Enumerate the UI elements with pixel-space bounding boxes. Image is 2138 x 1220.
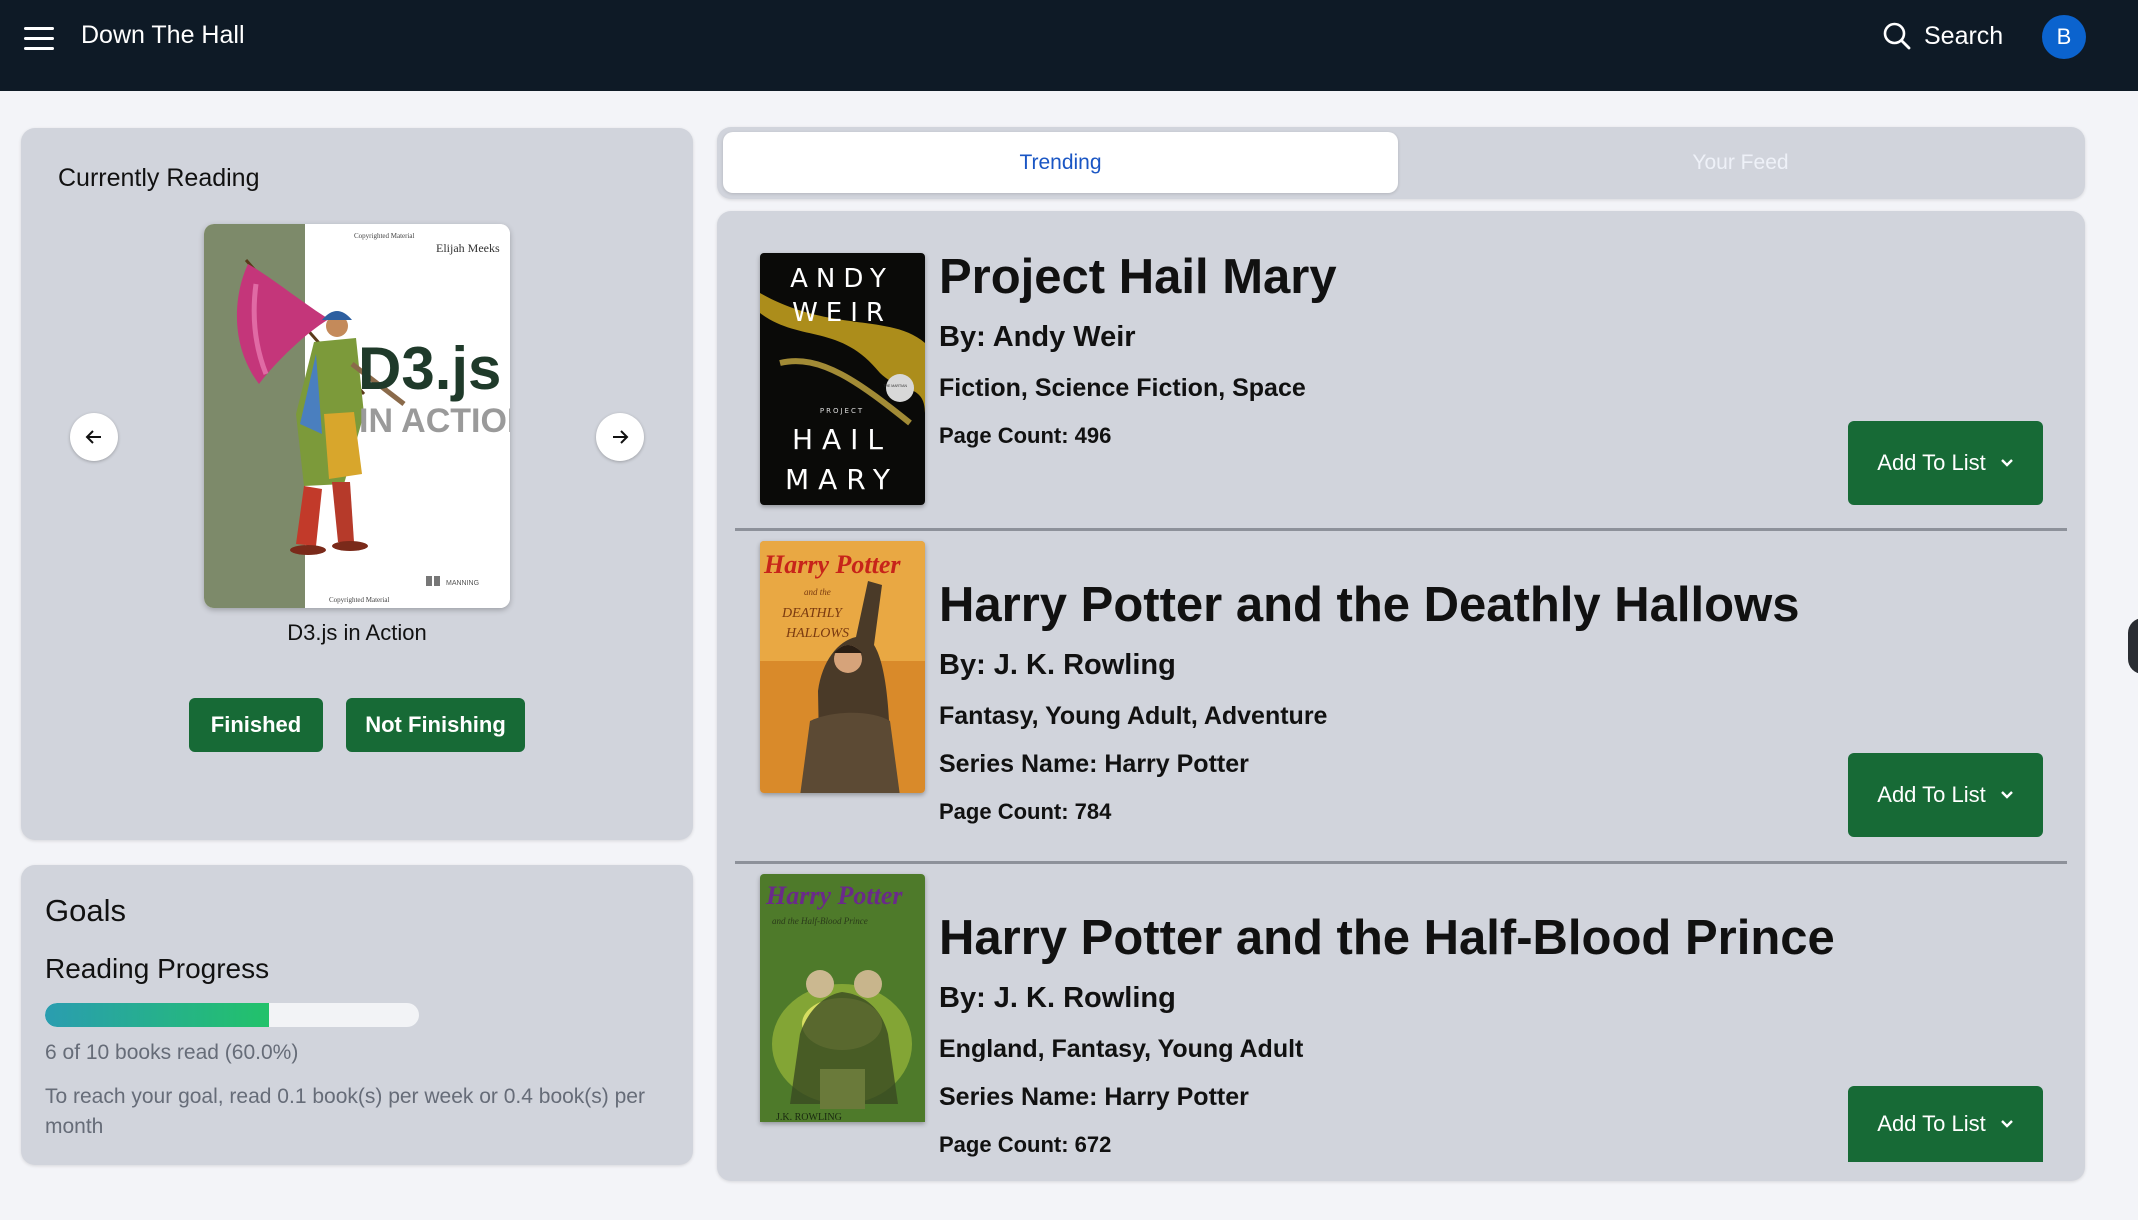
cover-line: J.K. ROWLING (776, 1112, 842, 1122)
reading-progress-fill (45, 1003, 270, 1027)
cover-line: HAIL (792, 423, 892, 456)
book-cover[interactable]: THE MARTIAN ANDY WEIR PROJECT HAIL MARY (760, 253, 925, 505)
book-title[interactable]: Project Hail Mary (939, 249, 1337, 305)
cover-line: DEATHLY (781, 606, 844, 621)
top-app-bar: Down The Hall Search B (0, 0, 2138, 91)
carousel-next-button[interactable] (596, 413, 644, 461)
cover-line: Harry Potter (763, 550, 901, 579)
cover-line: Harry Potter (765, 881, 903, 910)
chevron-down-icon (2000, 791, 2013, 799)
divider (735, 528, 2067, 531)
book-title[interactable]: Harry Potter and the Deathly Hallows (939, 577, 1799, 633)
reading-pace-text: To reach your goal, read 0.1 book(s) per… (45, 1085, 645, 1138)
search-button[interactable]: Search (1882, 18, 2003, 54)
search-label: Search (1924, 21, 2004, 50)
cover-line: PROJECT (820, 407, 864, 415)
add-to-list-button[interactable]: Add To List (1848, 421, 2043, 505)
cover-line: and the (804, 587, 831, 597)
list-item: Harry Potter and the DEATHLY HALLOWS Har… (717, 539, 2085, 871)
side-drawer-handle[interactable] (2128, 618, 2138, 674)
cover-publisher: MANNING (446, 580, 479, 587)
book-cover[interactable]: Harry Potter and the Half-Blood Prince J… (760, 874, 925, 1122)
reading-progress-bar (45, 1003, 419, 1027)
finished-button[interactable]: Finished (189, 698, 323, 752)
chevron-down-icon (2000, 1120, 2013, 1128)
book-genres: Fantasy, Young Adult, Adventure (939, 702, 1328, 730)
currently-reading-title: Currently Reading (58, 164, 260, 192)
book-author: By: J. K. Rowling (939, 649, 1176, 681)
goals-title: Goals (45, 893, 126, 928)
current-book-cover[interactable]: Copyrighted Material Elijah Meeks D3.js … (204, 224, 510, 608)
cover-line: ANDY (790, 264, 894, 294)
currently-reading-panel: Currently Reading Copyrighted Material E… (21, 128, 693, 840)
cover-line: and the Half-Blood Prince (772, 916, 868, 926)
book-series: Series Name: Harry Potter (939, 1083, 1249, 1111)
cover-badge: THE MARTIAN (883, 384, 907, 388)
carousel-prev-button[interactable] (70, 413, 118, 461)
divider (735, 861, 2067, 864)
tab-trending[interactable]: Trending (723, 132, 1398, 193)
chevron-down-icon (2000, 459, 2013, 467)
avatar[interactable]: B (2042, 15, 2086, 59)
not-finishing-button[interactable]: Not Finishing (346, 698, 525, 752)
list-item: THE MARTIAN ANDY WEIR PROJECT HAIL MARY … (717, 211, 2085, 543)
list-item: Harry Potter and the Half-Blood Prince J… (717, 872, 2085, 1181)
cover-author: Elijah Meeks (436, 241, 500, 255)
current-book-title: D3.js in Action (287, 620, 427, 645)
cover-line: WEIR (792, 298, 892, 328)
goals-panel: Goals Reading Progress 6 of 10 books rea… (21, 865, 693, 1165)
arrow-left-icon (85, 430, 101, 444)
book-genres: England, Fantasy, Young Adult (939, 1035, 1304, 1063)
cover-top-line: Copyrighted Material (354, 232, 415, 240)
cover-line: MARY (785, 463, 899, 496)
hamburger-menu-icon[interactable] (22, 24, 56, 54)
cover-bottom-line: Copyrighted Material (329, 596, 390, 604)
book-genres: Fiction, Science Fiction, Space (939, 374, 1306, 402)
arrow-right-icon (613, 430, 629, 444)
book-page-count: Page Count: 672 (939, 1132, 1112, 1157)
add-to-list-label: Add To List (1877, 782, 1986, 807)
book-author: By: Andy Weir (939, 321, 1136, 353)
tab-your-feed[interactable]: Your Feed (1403, 132, 2078, 193)
book-cover[interactable]: Harry Potter and the DEATHLY HALLOWS (760, 541, 925, 793)
cover-line: HALLOWS (785, 626, 849, 641)
reading-progress-text: 6 of 10 books read (60.0%) (45, 1041, 299, 1064)
book-author: By: J. K. Rowling (939, 982, 1176, 1014)
book-page-count: Page Count: 496 (939, 423, 1112, 448)
app-title[interactable]: Down The Hall (81, 21, 245, 50)
search-icon (1883, 22, 1911, 50)
add-to-list-button[interactable]: Add To List (1848, 1086, 2043, 1162)
reading-progress-title: Reading Progress (45, 953, 270, 984)
book-page-count: Page Count: 784 (939, 799, 1112, 824)
book-title[interactable]: Harry Potter and the Half-Blood Prince (939, 910, 1835, 966)
cover-title-sub: IN ACTION (359, 402, 510, 440)
add-to-list-button[interactable]: Add To List (1848, 753, 2043, 837)
cover-title-main: D3.js (358, 335, 501, 402)
feed-tabs: Trending Your Feed (717, 127, 2085, 199)
trending-feed: THE MARTIAN ANDY WEIR PROJECT HAIL MARY … (717, 211, 2085, 1181)
add-to-list-label: Add To List (1877, 1111, 1986, 1136)
add-to-list-label: Add To List (1877, 450, 1986, 475)
book-series: Series Name: Harry Potter (939, 750, 1249, 778)
